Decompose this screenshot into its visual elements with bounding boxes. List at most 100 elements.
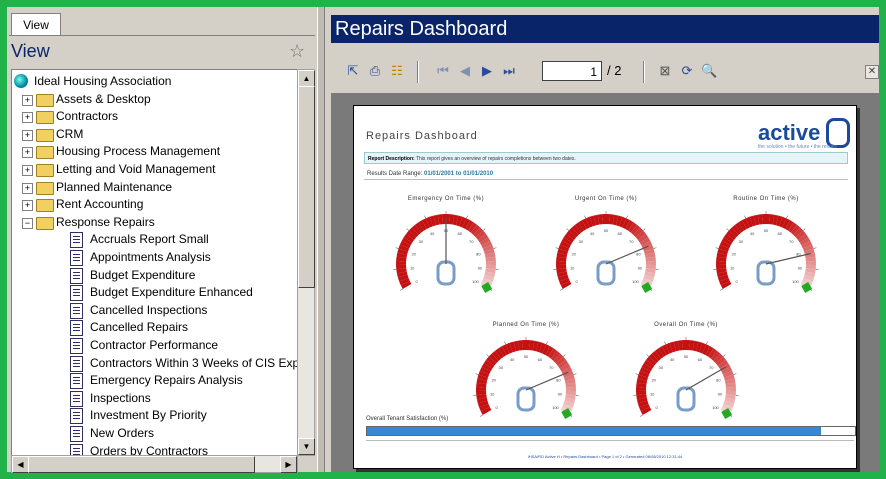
expand-icon[interactable]: + xyxy=(22,200,33,212)
gauge-tick-label: 10 xyxy=(730,266,735,271)
last-page-icon[interactable]: ⏭ xyxy=(501,63,517,79)
report-titlebar: Repairs Dashboard xyxy=(331,15,879,43)
gauge-tick xyxy=(744,215,746,219)
gauge-tick-label: 50 xyxy=(604,228,609,233)
gauge-tick-label: 0 xyxy=(735,279,738,284)
gauge-needle xyxy=(765,252,811,265)
gauge-tick xyxy=(813,247,817,249)
tree-vertical-scrollbar[interactable]: ▲ ▼ xyxy=(297,69,315,456)
gauge-tick xyxy=(466,215,468,219)
gauge-band-segment xyxy=(396,260,407,266)
next-page-icon[interactable]: ▶ xyxy=(479,63,495,79)
scroll-thumb[interactable] xyxy=(298,86,315,288)
tree-root[interactable]: Ideal Housing Association xyxy=(14,73,171,90)
collapse-icon[interactable]: − xyxy=(22,217,33,229)
gauge-tick-label: 30 xyxy=(419,239,424,244)
gauge-band-segment xyxy=(805,260,816,266)
tree-report-label: Investment By Priority xyxy=(90,408,207,423)
report-tree[interactable]: Ideal Housing Association + Assets & Deskt… xyxy=(11,69,298,456)
viewer-toolbar: ⇱ ⎙ ☷ ⏮ ◀ ▶ ⏭ 1 / 2 ⊠ ⟳ 🔍 ✕ xyxy=(331,59,879,85)
folder-icon xyxy=(36,164,54,177)
gauge-tick xyxy=(504,341,506,345)
gauge-tick-label: 40 xyxy=(590,231,595,236)
tree-report-label: Cancelled Repairs xyxy=(90,320,189,335)
gauge-tick xyxy=(726,228,730,231)
page-number-input[interactable]: 1 xyxy=(542,61,602,81)
gauge-tick xyxy=(722,354,726,357)
gauge-tick-label: 0 xyxy=(575,279,578,284)
folder-icon xyxy=(36,111,54,125)
gauge-tick-label: 20 xyxy=(411,251,416,256)
gauge-tick-label: 20 xyxy=(491,377,496,382)
folder-icon xyxy=(36,93,54,107)
report-title: Repairs Dashboard xyxy=(366,130,478,142)
satisfaction-axis xyxy=(366,440,854,441)
report-document-icon xyxy=(70,250,83,266)
print-icon[interactable]: ⎙ xyxy=(367,63,383,79)
folder-icon xyxy=(36,216,54,230)
find-icon[interactable]: 🔍 xyxy=(701,63,717,79)
gauge-tick-label: 100 xyxy=(472,279,479,284)
report-document-icon xyxy=(70,320,83,337)
gauge-tick xyxy=(626,215,628,219)
expand-icon[interactable]: + xyxy=(22,147,33,159)
close-icon[interactable]: ✕ xyxy=(865,65,879,79)
favorite-star-icon[interactable]: ☆ xyxy=(289,41,305,62)
gauge-band-segment xyxy=(725,386,736,392)
gauge-tick-label: 80 xyxy=(556,377,561,382)
expand-icon[interactable]: + xyxy=(22,112,33,124)
export-icon[interactable]: ⇱ xyxy=(345,63,361,79)
gauge-tick-label: 80 xyxy=(716,377,721,382)
scroll-down-icon[interactable]: ▼ xyxy=(298,438,315,455)
scroll-thumb-horizontal[interactable] xyxy=(28,456,255,473)
gauge-tick-label: 70 xyxy=(629,239,634,244)
navigator-pane: View View ☆ Ideal Housing Association + As… xyxy=(7,7,317,473)
gauge-tick-label: 40 xyxy=(750,231,755,236)
tree-report-label: Emergency Repairs Analysis xyxy=(90,373,243,388)
expand-icon[interactable]: + xyxy=(22,165,33,176)
gauge-tick-label: 70 xyxy=(709,365,714,370)
gauge-tick-label: 30 xyxy=(739,239,744,244)
tab-view[interactable]: View xyxy=(11,13,61,36)
gauge-tick-label: 0 xyxy=(415,279,418,284)
tree-horizontal-scrollbar[interactable]: ◀ ▶ xyxy=(11,455,298,473)
gauge-tick-label: 30 xyxy=(499,365,504,370)
pane-splitter[interactable] xyxy=(317,7,325,472)
gauge-band-segment xyxy=(716,260,727,266)
stop-icon[interactable]: ⊠ xyxy=(657,63,673,79)
gauge-tick xyxy=(573,373,577,375)
folder-icon xyxy=(36,128,54,142)
tree-folder-label: Contractors xyxy=(56,109,119,124)
gauge-needle xyxy=(605,245,649,265)
expand-icon[interactable]: + xyxy=(22,94,33,106)
gauge-tick xyxy=(566,228,570,231)
first-page-icon[interactable]: ⏮ xyxy=(435,63,451,79)
tree-report-label: Budget Expenditure xyxy=(90,267,196,282)
expand-icon[interactable]: + xyxy=(22,129,33,141)
gauge-hub-logo xyxy=(516,386,536,412)
satisfaction-title: Overall Tenant Satisfaction (%) xyxy=(366,416,449,422)
prev-page-icon[interactable]: ◀ xyxy=(457,63,473,79)
gauge-tick-label: 60 xyxy=(698,357,703,362)
gauge-tick-label: 20 xyxy=(651,377,656,382)
tree-toggle-icon[interactable]: ☷ xyxy=(389,63,405,79)
gauge-tick xyxy=(406,228,410,231)
tree-folder-label: Rent Accounting xyxy=(56,197,144,212)
gauge-tick-label: 50 xyxy=(684,354,689,359)
tree-report-label: Appointments Analysis xyxy=(90,250,211,264)
scroll-up-icon[interactable]: ▲ xyxy=(298,70,315,87)
gauge-tick-label: 90 xyxy=(478,266,483,271)
refresh-icon[interactable]: ⟳ xyxy=(679,63,695,79)
report-document-icon xyxy=(70,338,83,354)
gauge-tick xyxy=(706,341,708,345)
scroll-right-icon[interactable]: ▶ xyxy=(280,456,297,473)
gauge-tick-label: 70 xyxy=(469,239,474,244)
gauge-tick xyxy=(486,354,490,357)
gauge-hub-logo xyxy=(596,260,616,286)
gauge-tick-label: 70 xyxy=(789,239,794,244)
scroll-left-icon[interactable]: ◀ xyxy=(12,456,29,473)
gauge-tick xyxy=(653,247,657,249)
expand-icon[interactable]: + xyxy=(22,182,33,194)
gauge-0: Emergency On Time (%)0102030405060708090… xyxy=(386,196,506,321)
tree-folder-label: CRM xyxy=(56,126,84,141)
